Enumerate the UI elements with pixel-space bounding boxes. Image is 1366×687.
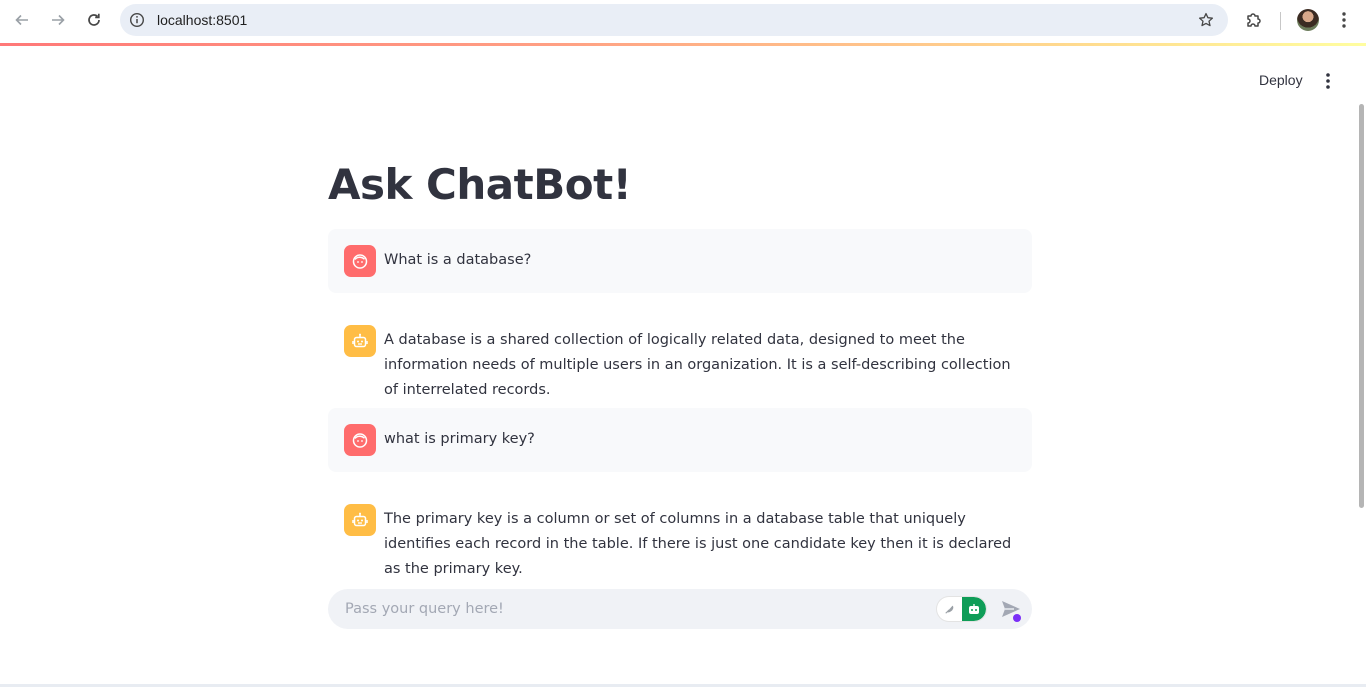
profile-avatar[interactable]: [1297, 9, 1319, 31]
address-bar[interactable]: localhost:8501: [120, 4, 1228, 36]
main-menu-icon[interactable]: [1318, 71, 1338, 91]
message-text: The primary key is a column or set of co…: [384, 511, 1012, 577]
user-avatar: [344, 245, 376, 277]
feather-icon-wrapper: [937, 597, 962, 621]
face-icon: [352, 254, 368, 269]
robot-icon: [969, 604, 979, 614]
chat-message-user: what is primary key?: [328, 408, 1032, 472]
browser-toolbar: localhost:8501: [0, 0, 1366, 43]
robot-icon: [352, 333, 368, 348]
reload-icon: [88, 13, 100, 26]
assistant-avatar: [344, 504, 376, 536]
toolbar-separator: [1280, 12, 1281, 30]
bot-icon-wrapper: [962, 597, 986, 621]
site-info-icon[interactable]: [129, 12, 145, 28]
page-title: Ask ChatBot!: [328, 160, 632, 209]
assistant-avatar: [344, 325, 376, 357]
chat-message-user: What is a database?: [328, 229, 1032, 293]
user-avatar: [344, 424, 376, 456]
extensions-puzzle-icon[interactable]: [1244, 10, 1264, 30]
face-icon: [352, 433, 368, 448]
reload-button[interactable]: [80, 8, 108, 32]
chat-message-assistant: The primary key is a column or set of co…: [328, 488, 1032, 577]
notification-dot: [1013, 614, 1021, 622]
arrow-left-icon: [15, 14, 28, 26]
forward-button[interactable]: [44, 8, 72, 32]
chat-input[interactable]: [328, 589, 928, 629]
message-text: what is primary key?: [384, 431, 535, 447]
grammar-extension-toggle[interactable]: [937, 597, 986, 621]
robot-icon: [352, 512, 368, 527]
message-text: What is a database?: [384, 252, 532, 268]
bookmark-star-icon[interactable]: [1198, 12, 1214, 28]
message-text: A database is a shared collection of log…: [384, 332, 1011, 398]
chat-input-container: [328, 589, 1032, 629]
browser-menu-icon[interactable]: [1336, 10, 1352, 30]
chat-message-assistant: A database is a shared collection of log…: [328, 309, 1032, 398]
header-decoration-line: [0, 43, 1366, 46]
deploy-button[interactable]: Deploy: [1250, 70, 1312, 92]
address-url[interactable]: localhost:8501: [157, 12, 247, 28]
feather-icon: [944, 605, 953, 614]
arrow-right-icon: [52, 14, 65, 26]
back-button[interactable]: [8, 8, 36, 32]
scrollbar-thumb[interactable]: [1359, 104, 1364, 508]
